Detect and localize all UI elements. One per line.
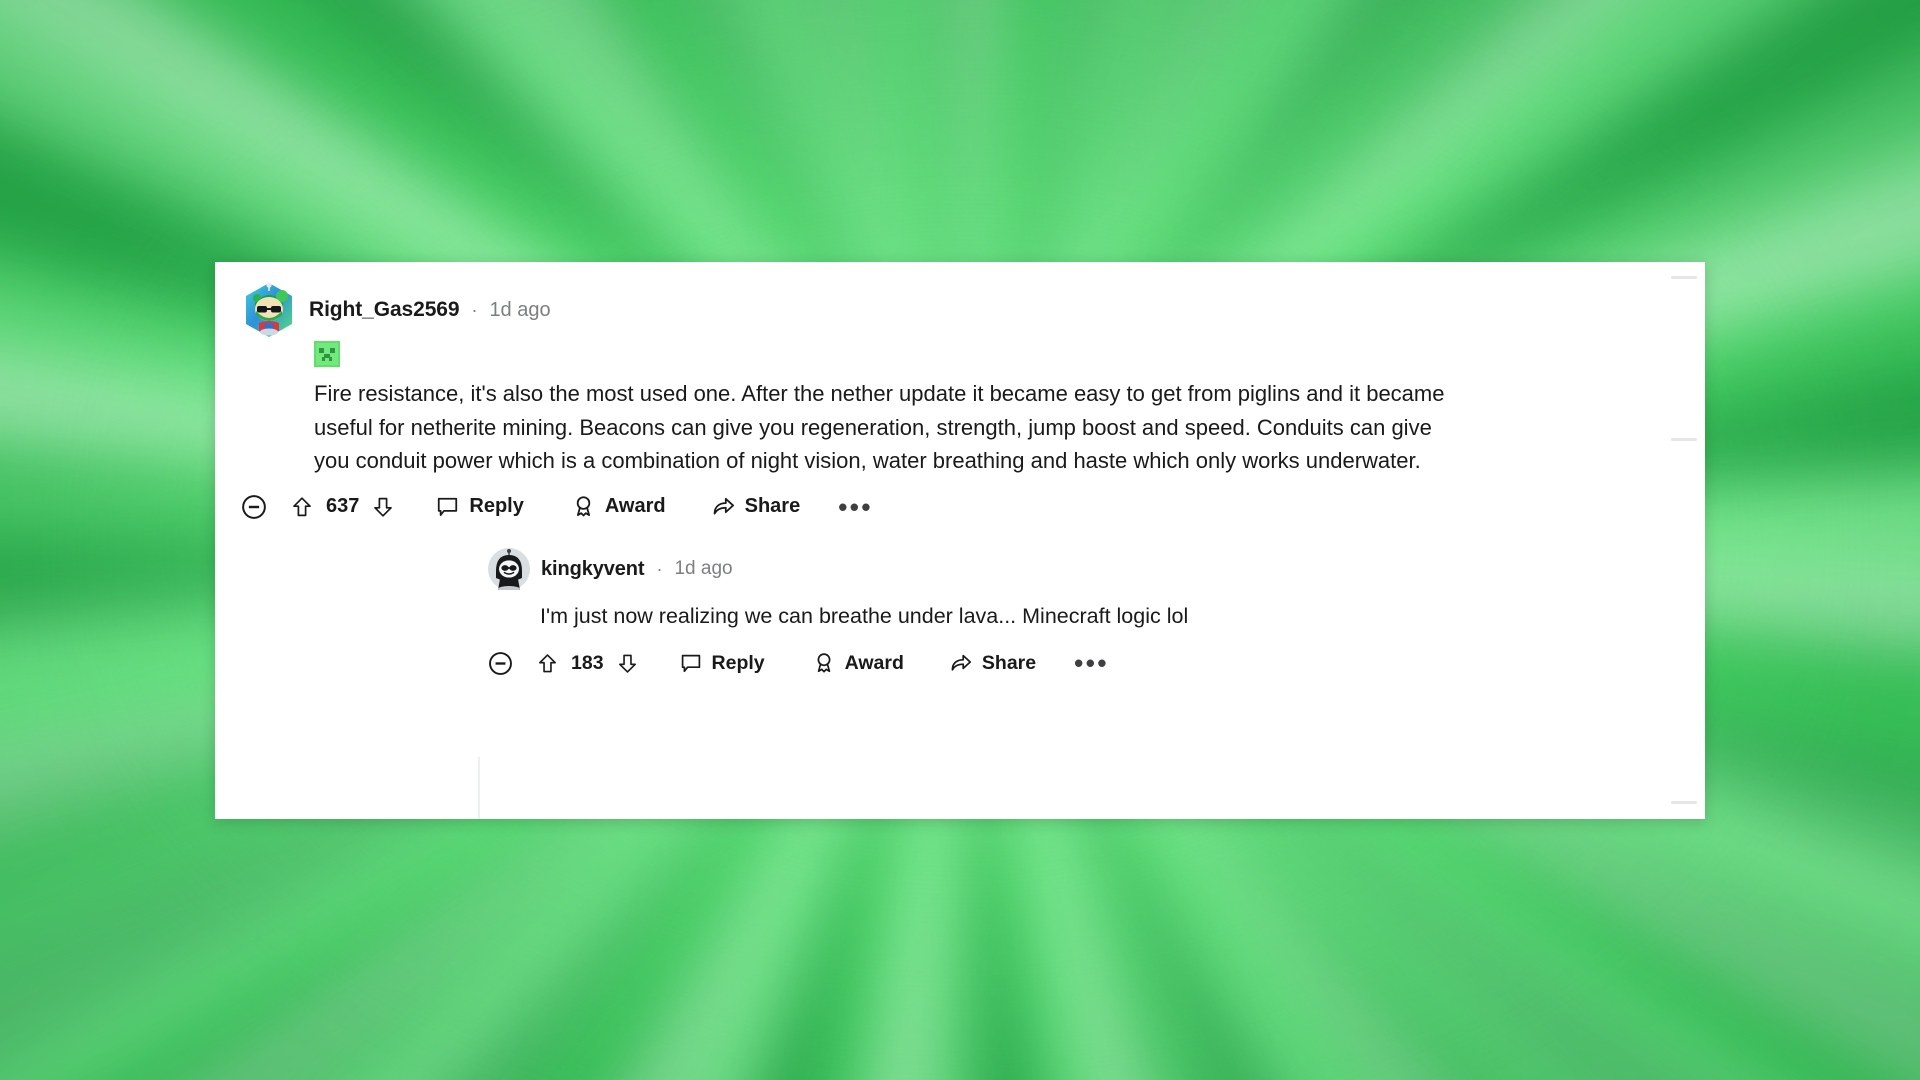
award-medal-icon [817, 653, 831, 673]
avatar[interactable] [240, 281, 298, 339]
upvote-button[interactable] [536, 652, 559, 675]
reply-label: Reply [469, 495, 524, 517]
award-label: Award [844, 651, 904, 674]
thread-line[interactable] [478, 757, 480, 819]
card-edge-tick [1671, 801, 1697, 804]
collapse-comment-button[interactable] [487, 650, 514, 677]
collapse-comment-button[interactable] [240, 493, 268, 521]
vote-group: 637 [290, 495, 395, 519]
downvote-button[interactable] [371, 495, 395, 519]
avatar[interactable] [488, 548, 530, 590]
upvote-icon [293, 496, 311, 516]
downvote-icon [618, 654, 636, 673]
share-label: Share [744, 495, 801, 517]
share-arrow-icon [951, 654, 971, 671]
reply-button[interactable]: Reply [435, 494, 524, 519]
share-button[interactable]: Share [949, 651, 1036, 675]
collapse-icon [489, 651, 512, 675]
share-arrow-icon [713, 497, 734, 515]
share-button[interactable]: Share [711, 494, 801, 519]
vote-score: 183 [571, 651, 604, 674]
separator-dot: · [471, 299, 478, 320]
comment-bubble-icon [681, 654, 700, 673]
vote-score: 637 [326, 495, 360, 517]
separator-dot: · [656, 558, 663, 579]
creeper-face-flair-icon[interactable] [314, 341, 340, 367]
comment-author[interactable]: Right_Gas2569 [309, 298, 460, 322]
comment-root: Right_Gas2569 · 1d ago Fire resistance, … [240, 281, 1665, 521]
comment-header: kingkyvent · 1d ago [488, 548, 1665, 590]
vote-group: 183 [536, 652, 639, 675]
comment-body: Fire resistance, it's also the most used… [314, 381, 1445, 473]
comment-bubble-icon [438, 497, 458, 516]
thread-elbow [478, 817, 514, 819]
comment-body: I'm just now realizing we can breathe un… [540, 604, 1189, 628]
comment-timestamp: 1d ago [674, 558, 733, 579]
card-edge-tick [1671, 438, 1697, 441]
comment-actions: 183 Reply Award Share ••• [487, 650, 1665, 677]
comment-author[interactable]: kingkyvent [541, 558, 645, 581]
downvote-icon [374, 497, 393, 517]
upvote-button[interactable] [290, 495, 314, 519]
comment-reply: kingkyvent · 1d ago I'm just now realizi… [488, 548, 1665, 677]
award-label: Award [604, 495, 666, 517]
comment-timestamp: 1d ago [489, 298, 551, 321]
comment-actions: 637 Reply Award Share ••• [240, 493, 1665, 521]
card-edge-tick [1671, 276, 1697, 279]
comment-header: Right_Gas2569 · 1d ago [240, 281, 1665, 339]
reply-label: Reply [711, 651, 765, 674]
award-button[interactable]: Award [812, 651, 904, 675]
more-options-button[interactable]: ••• [1074, 650, 1109, 676]
award-medal-icon [576, 496, 591, 517]
upvote-icon [539, 653, 556, 672]
comment-card: Right_Gas2569 · 1d ago Fire resistance, … [215, 262, 1705, 819]
flair-row [314, 341, 1665, 367]
share-label: Share [981, 651, 1037, 674]
award-button[interactable]: Award [571, 494, 666, 519]
more-options-button[interactable]: ••• [838, 494, 873, 520]
downvote-button[interactable] [616, 652, 639, 675]
reply-button[interactable]: Reply [679, 651, 765, 675]
collapse-icon [242, 494, 266, 519]
